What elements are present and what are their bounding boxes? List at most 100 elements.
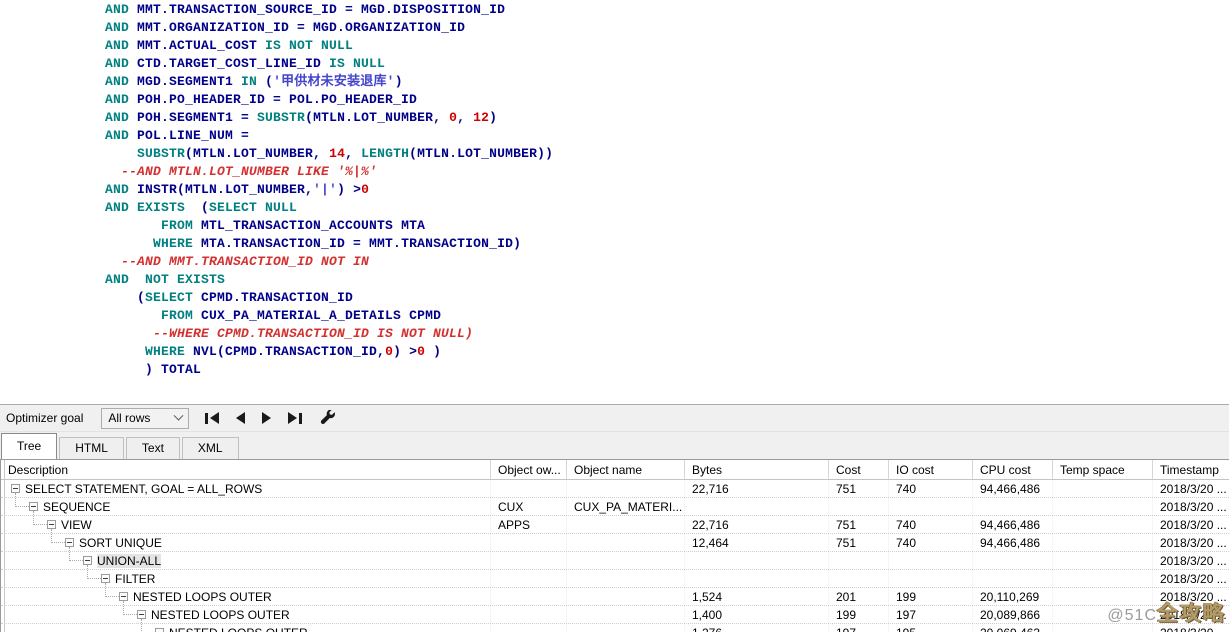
preferences-button[interactable] — [320, 410, 336, 426]
sql-line: SUBSTR(MTLN.LOT_NUMBER, 14, LENGTH(MTLN.… — [105, 145, 1229, 163]
collapse-node-icon[interactable] — [101, 574, 110, 583]
plan-cell-cpu: 94,466,486 — [973, 516, 1053, 533]
plan-cell-bytes: 22,716 — [685, 516, 829, 533]
sql-line: AND NOT EXISTS — [105, 271, 1229, 289]
plan-node-cell: SELECT STATEMENT, GOAL = ALL_ROWS — [1, 480, 491, 497]
collapse-node-icon[interactable] — [29, 502, 38, 511]
plan-node-cell: FILTER — [1, 570, 491, 587]
plan-table-row[interactable]: SORT UNIQUE12,46475174094,466,4862018/3/… — [1, 534, 1229, 552]
plan-cell-temp — [1053, 480, 1153, 497]
plan-cell-io: 197 — [889, 606, 973, 623]
plan-cell-ts: 2018/3/20 ... — [1153, 498, 1229, 515]
plan-table-row[interactable]: SELECT STATEMENT, GOAL = ALL_ROWS 22,716 7… — [1, 480, 1229, 498]
tree-guide-line — [33, 524, 47, 525]
plan-cell-ts: 2018/3/20 ... — [1153, 624, 1229, 632]
tab-tree[interactable]: Tree — [1, 433, 57, 459]
plan-cell-name — [567, 606, 685, 623]
grid-body: SELECT STATEMENT, GOAL = ALL_ROWS 22,716 7… — [1, 480, 1229, 632]
plan-table-row[interactable]: NESTED LOOPS OUTER1,27619719520,069,4632… — [1, 624, 1229, 632]
sql-line: AND INSTR(MTLN.LOT_NUMBER,'|') >0 — [105, 181, 1229, 199]
plan-node-label[interactable]: FILTER — [115, 572, 155, 586]
sql-line: WHERE MTA.TRANSACTION_ID = MMT.TRANSACTI… — [105, 235, 1229, 253]
tab-html[interactable]: HTML — [59, 437, 124, 459]
plan-cell-cpu — [973, 498, 1053, 515]
tree-guide-line — [87, 578, 101, 579]
plan-cell-bytes: 12,464 — [685, 534, 829, 551]
sql-editor-pane[interactable]: AND MMT.TRANSACTION_SOURCE_ID = MGD.DISP… — [0, 0, 1229, 404]
plan-node-label[interactable]: NESTED LOOPS OUTER — [151, 608, 290, 622]
plan-node-label[interactable]: SELECT STATEMENT, GOAL = ALL_ROWS — [25, 482, 262, 496]
sql-line: --AND MMT.TRANSACTION_ID NOT IN — [105, 253, 1229, 271]
column-header-cost[interactable]: Cost — [829, 460, 889, 479]
column-header-object-name[interactable]: Object name — [567, 460, 685, 479]
plan-cell-temp — [1053, 534, 1153, 551]
plan-cell-owner: APPS — [491, 516, 567, 533]
column-header-object-ow[interactable]: Object ow... — [491, 460, 567, 479]
plan-table-row[interactable]: SEQUENCECUXCUX_PA_MATERI...2018/3/20 ... — [1, 498, 1229, 516]
plan-cell-name — [567, 624, 685, 632]
optimizer-goal-value: All rows — [108, 411, 150, 425]
plan-cell-io — [889, 498, 973, 515]
plan-table-row[interactable]: UNION-ALL 2018/3/20 ... — [1, 552, 1229, 570]
sql-line: AND MMT.ORGANIZATION_ID = MGD.ORGANIZATI… — [105, 19, 1229, 37]
plan-table-row[interactable]: FILTER 2018/3/20 ... — [1, 570, 1229, 588]
collapse-node-icon[interactable] — [155, 628, 164, 632]
plan-cell-owner — [491, 588, 567, 605]
last-icon — [288, 412, 297, 424]
column-header-cpu-cost[interactable]: CPU cost — [973, 460, 1053, 479]
column-header-temp-space[interactable]: Temp space — [1053, 460, 1153, 479]
plan-cell-owner — [491, 624, 567, 632]
plan-node-label[interactable]: NESTED LOOPS OUTER — [169, 626, 308, 632]
collapse-node-icon[interactable] — [65, 538, 74, 547]
grid-header-row: DescriptionObject ow...Object nameBytesC… — [1, 460, 1229, 480]
plan-cell-ts: 2018/3/20 ... — [1153, 552, 1229, 569]
plan-cell-temp — [1053, 498, 1153, 515]
tab-xml[interactable]: XML — [182, 437, 239, 459]
column-header-description[interactable]: Description — [1, 460, 491, 479]
first-node-button[interactable] — [205, 412, 219, 424]
plan-cell-ts: 2018/3/20 ... — [1153, 570, 1229, 587]
column-header-bytes[interactable]: Bytes — [685, 460, 829, 479]
collapse-node-icon[interactable] — [119, 592, 128, 601]
plan-table-row[interactable]: NESTED LOOPS OUTER1,52420119920,110,2692… — [1, 588, 1229, 606]
tree-guide-line — [33, 511, 34, 515]
plan-node-label[interactable]: UNION-ALL — [97, 554, 161, 568]
plan-cell-cpu: 94,466,486 — [973, 534, 1053, 551]
sql-code[interactable]: AND MMT.TRANSACTION_SOURCE_ID = MGD.DISP… — [0, 0, 1229, 379]
collapse-node-icon[interactable] — [11, 484, 20, 493]
sql-line: ) TOTAL — [105, 361, 1229, 379]
plan-cell-io: 740 — [889, 480, 973, 497]
plan-table-row[interactable]: VIEWAPPS22,71675174094,466,4862018/3/20 … — [1, 516, 1229, 534]
column-header-timestamp[interactable]: Timestamp — [1153, 460, 1229, 479]
plan-node-cell: UNION-ALL — [1, 552, 491, 569]
last-node-button[interactable] — [288, 412, 302, 424]
plan-cell-temp — [1053, 588, 1153, 605]
plan-cell-name — [567, 570, 685, 587]
next-node-button[interactable] — [262, 412, 271, 424]
plan-node-label[interactable]: VIEW — [61, 518, 92, 532]
collapse-node-icon[interactable] — [137, 610, 146, 619]
collapse-node-icon[interactable] — [83, 556, 92, 565]
plan-cell-cost — [829, 552, 889, 569]
sql-line: AND POL.LINE_NUM = — [105, 127, 1229, 145]
plan-table-row[interactable]: NESTED LOOPS OUTER1,40019919720,089,8662… — [1, 606, 1229, 624]
previous-node-button[interactable] — [236, 412, 245, 424]
plan-node-label[interactable]: SEQUENCE — [43, 500, 110, 514]
plan-node-label[interactable]: NESTED LOOPS OUTER — [133, 590, 272, 604]
column-header-io-cost[interactable]: IO cost — [889, 460, 973, 479]
plan-node-cell: NESTED LOOPS OUTER — [1, 606, 491, 623]
plan-cell-io — [889, 570, 973, 587]
plan-cell-name: CUX_PA_MATERI... — [567, 498, 685, 515]
sql-line: AND MMT.ACTUAL_COST IS NOT NULL — [105, 37, 1229, 55]
optimizer-goal-select[interactable]: All rows — [101, 408, 189, 429]
plan-node-label[interactable]: SORT UNIQUE — [79, 536, 162, 550]
plan-cell-temp — [1053, 606, 1153, 623]
collapse-node-icon[interactable] — [47, 520, 56, 529]
tab-text[interactable]: Text — [126, 437, 180, 459]
plan-cell-bytes: 22,716 — [685, 480, 829, 497]
plan-cell-owner — [491, 552, 567, 569]
tree-guide-line — [105, 583, 106, 587]
plan-cell-cost: 201 — [829, 588, 889, 605]
sql-line: AND EXISTS (SELECT NULL — [105, 199, 1229, 217]
tree-guide-line — [15, 493, 16, 497]
